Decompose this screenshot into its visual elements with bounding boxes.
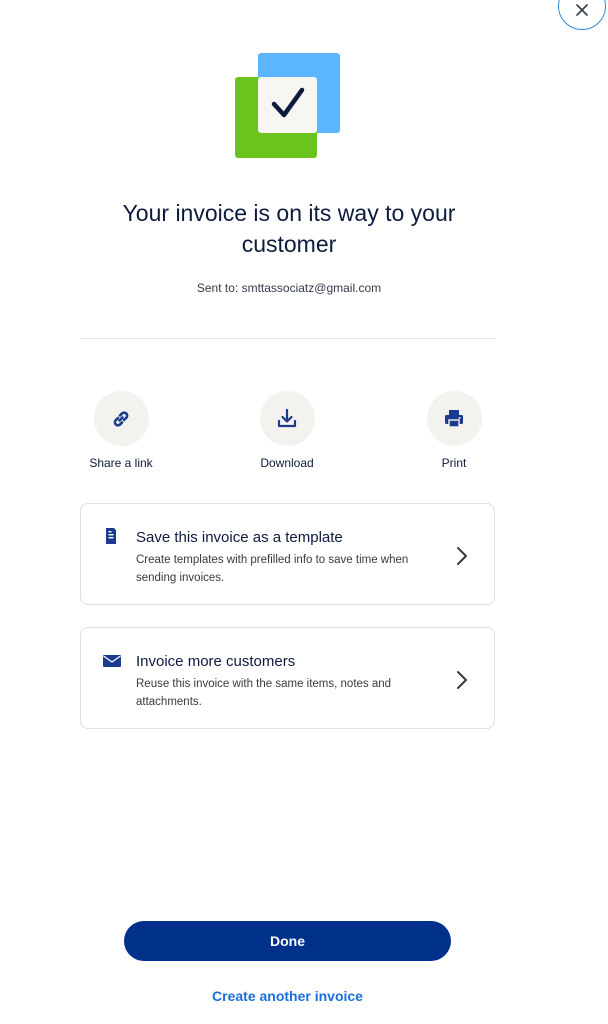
close-button[interactable] <box>558 0 606 30</box>
create-another-invoice-link[interactable]: Create another invoice <box>124 988 451 1004</box>
card-title: Save this invoice as a template <box>136 529 343 546</box>
divider <box>80 338 496 339</box>
download-label: Download <box>260 456 314 470</box>
download-icon <box>277 408 297 427</box>
chevron-right-icon <box>457 671 467 689</box>
card-title: Invoice more customers <box>136 653 296 670</box>
card-description: Create templates with prefilled info to … <box>136 554 409 584</box>
save-template-card[interactable]: Save this invoice as a template Create t… <box>80 503 495 605</box>
document-icon <box>106 528 116 544</box>
envelope-icon <box>103 655 121 667</box>
sent-to-text: Sent to: smttassociatz@gmail.com <box>196 281 382 295</box>
print-label: Print <box>441 456 467 470</box>
done-button[interactable]: Done <box>124 921 451 961</box>
invoice-sent-dialog: Your invoice is on its way to your custo… <box>0 0 608 1024</box>
invoice-sent-check-icon <box>235 53 340 158</box>
chevron-right-icon <box>457 547 467 565</box>
share-link-button[interactable]: Share a link <box>66 391 176 470</box>
close-icon <box>576 4 588 16</box>
page-title: Your invoice is on its way to your custo… <box>122 200 456 257</box>
share-link-label: Share a link <box>89 456 153 470</box>
link-icon <box>113 410 129 427</box>
download-button[interactable]: Download <box>232 391 342 470</box>
print-button[interactable]: Print <box>399 391 509 470</box>
printer-icon <box>445 409 463 428</box>
card-description: Reuse this invoice with the same items, … <box>136 678 392 708</box>
invoice-more-customers-card[interactable]: Invoice more customers Reuse this invoic… <box>80 627 495 729</box>
